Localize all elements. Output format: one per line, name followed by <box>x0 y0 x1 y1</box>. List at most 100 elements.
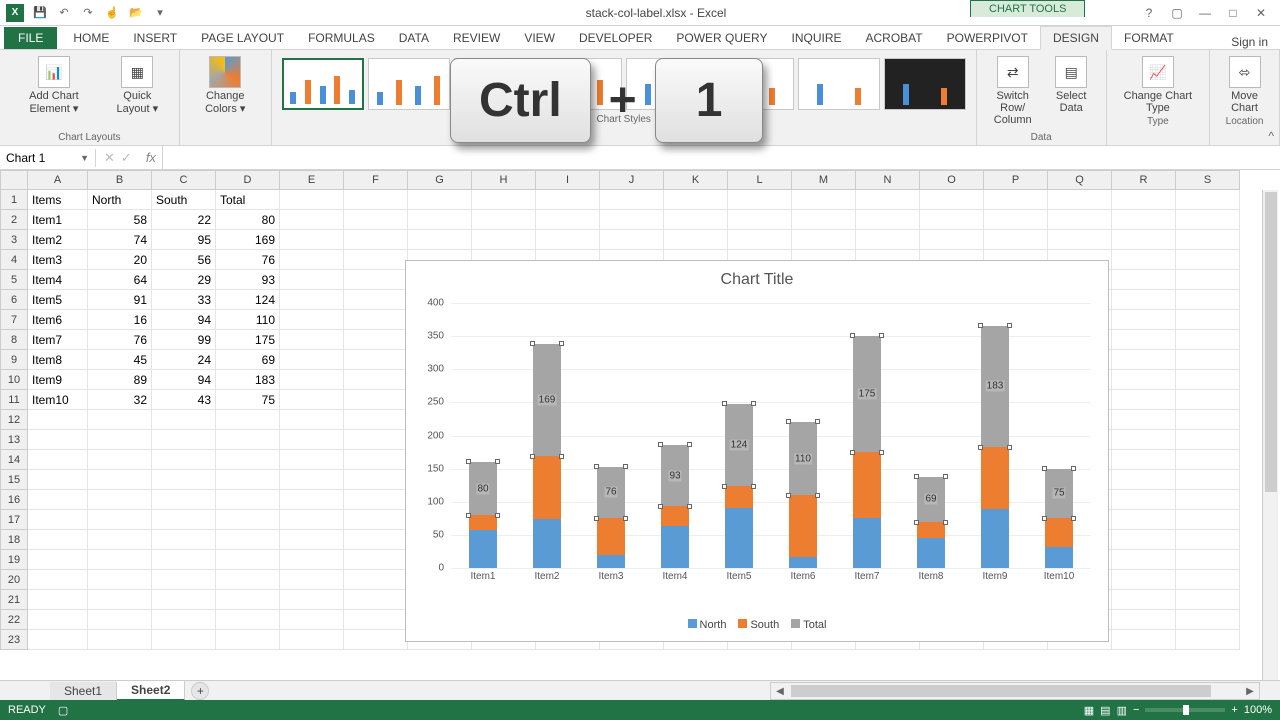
cell[interactable] <box>28 430 88 450</box>
view-page-break-icon[interactable]: ▥ <box>1117 704 1127 717</box>
cell[interactable] <box>280 410 344 430</box>
cell[interactable]: 183 <box>216 370 280 390</box>
bar-segment-south[interactable] <box>533 456 561 519</box>
cell[interactable] <box>920 230 984 250</box>
row-header[interactable]: 13 <box>0 430 28 450</box>
bar-segment-south[interactable] <box>725 486 753 508</box>
cell[interactable] <box>600 190 664 210</box>
cell[interactable] <box>408 230 472 250</box>
cell[interactable] <box>664 210 728 230</box>
cell[interactable] <box>152 490 216 510</box>
cell[interactable] <box>1112 570 1176 590</box>
row-header[interactable]: 10 <box>0 370 28 390</box>
cell[interactable] <box>216 510 280 530</box>
cell[interactable] <box>1176 350 1240 370</box>
cell[interactable] <box>28 410 88 430</box>
cell[interactable]: 91 <box>88 290 152 310</box>
data-label[interactable]: 76 <box>604 487 617 498</box>
cell[interactable] <box>1112 530 1176 550</box>
cell[interactable]: 110 <box>216 310 280 330</box>
cell[interactable] <box>344 290 408 310</box>
bar-segment-total[interactable]: 69 <box>917 477 945 523</box>
cell[interactable] <box>1112 450 1176 470</box>
cell[interactable] <box>1176 270 1240 290</box>
bar-segment-total[interactable]: 175 <box>853 336 881 452</box>
data-label[interactable]: 183 <box>986 381 1005 392</box>
tab-developer[interactable]: DEVELOPER <box>567 27 664 49</box>
tab-review[interactable]: REVIEW <box>441 27 512 49</box>
bar-segment-north[interactable] <box>917 538 945 568</box>
row-header[interactable]: 1 <box>0 190 28 210</box>
chart-style-8[interactable] <box>884 58 966 110</box>
cell[interactable] <box>152 570 216 590</box>
cell[interactable] <box>1112 270 1176 290</box>
row-header[interactable]: 22 <box>0 610 28 630</box>
bar-segment-total[interactable]: 93 <box>661 445 689 507</box>
view-page-layout-icon[interactable]: ▤ <box>1100 704 1110 717</box>
row-header[interactable]: 3 <box>0 230 28 250</box>
sheet-tab-sheet1[interactable]: Sheet1 <box>50 682 117 700</box>
cell[interactable] <box>216 530 280 550</box>
cell[interactable]: 58 <box>88 210 152 230</box>
cell[interactable] <box>1176 410 1240 430</box>
cell[interactable] <box>216 470 280 490</box>
column-header[interactable]: Q <box>1048 170 1112 190</box>
bar-segment-total[interactable]: 75 <box>1045 469 1073 519</box>
cell[interactable] <box>1112 470 1176 490</box>
cell[interactable] <box>344 490 408 510</box>
file-tab[interactable]: FILE <box>4 27 57 49</box>
column-header[interactable]: E <box>280 170 344 190</box>
cell[interactable] <box>280 230 344 250</box>
cell[interactable] <box>344 610 408 630</box>
cell[interactable] <box>216 430 280 450</box>
row-header[interactable]: 5 <box>0 270 28 290</box>
tab-data[interactable]: DATA <box>387 27 441 49</box>
cell[interactable]: Items <box>28 190 88 210</box>
cell[interactable]: 175 <box>216 330 280 350</box>
cell[interactable]: 20 <box>88 250 152 270</box>
cell[interactable] <box>88 410 152 430</box>
row-header[interactable]: 2 <box>0 210 28 230</box>
row-header[interactable]: 7 <box>0 310 28 330</box>
cell[interactable] <box>280 210 344 230</box>
cell[interactable] <box>280 610 344 630</box>
cell[interactable] <box>1112 310 1176 330</box>
cell[interactable]: 76 <box>216 250 280 270</box>
cell[interactable] <box>28 470 88 490</box>
cell[interactable] <box>280 570 344 590</box>
sign-in-link[interactable]: Sign in <box>1231 35 1280 49</box>
cell[interactable]: North <box>88 190 152 210</box>
bar-segment-north[interactable] <box>661 526 689 568</box>
tab-page-layout[interactable]: PAGE LAYOUT <box>189 27 296 49</box>
add-chart-element-button[interactable]: 📊Add Chart Element ▾ <box>6 54 102 132</box>
cell[interactable] <box>984 230 1048 250</box>
cell[interactable] <box>28 590 88 610</box>
row-header[interactable]: 16 <box>0 490 28 510</box>
cell[interactable] <box>344 250 408 270</box>
cell[interactable] <box>1048 190 1112 210</box>
cell[interactable] <box>1176 590 1240 610</box>
cell[interactable]: 16 <box>88 310 152 330</box>
cell[interactable] <box>280 430 344 450</box>
cell[interactable] <box>1176 190 1240 210</box>
data-label[interactable]: 175 <box>858 389 877 400</box>
cell[interactable] <box>216 490 280 510</box>
chart-title[interactable]: Chart Title <box>406 261 1108 289</box>
cell[interactable] <box>600 230 664 250</box>
name-box[interactable]: Chart 1▼ <box>0 149 96 167</box>
cell[interactable] <box>728 230 792 250</box>
move-chart-button[interactable]: ⬄Move Chart <box>1216 54 1273 116</box>
cell[interactable]: Item9 <box>28 370 88 390</box>
bar-segment-north[interactable] <box>725 508 753 568</box>
tab-powerpivot[interactable]: POWERPIVOT <box>935 27 1040 49</box>
column-header[interactable]: O <box>920 170 984 190</box>
sheet-tab-sheet2[interactable]: Sheet2 <box>117 681 185 701</box>
cell[interactable] <box>28 450 88 470</box>
bar-segment-south[interactable] <box>981 447 1009 509</box>
cell[interactable] <box>1112 590 1176 610</box>
column-header[interactable]: K <box>664 170 728 190</box>
tab-insert[interactable]: INSERT <box>121 27 189 49</box>
cell[interactable] <box>920 210 984 230</box>
bar-segment-south[interactable] <box>597 518 625 555</box>
data-label[interactable]: 93 <box>668 470 681 481</box>
